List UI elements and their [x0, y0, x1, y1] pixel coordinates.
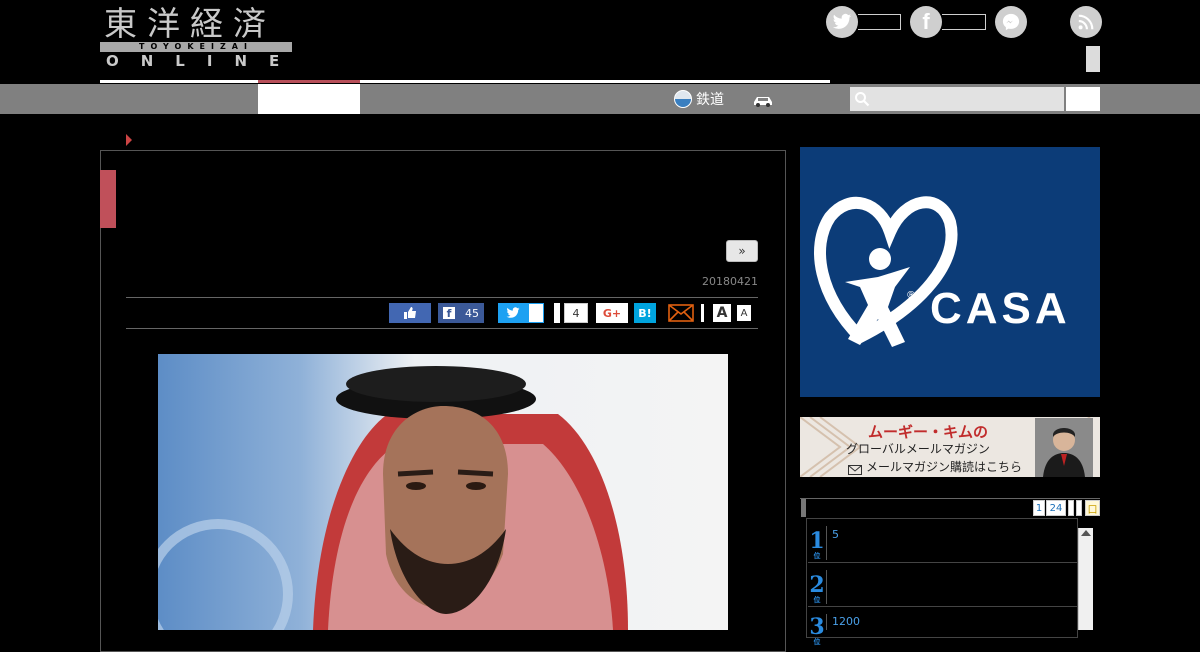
tweet-count-box	[528, 303, 544, 323]
thumbs-up-icon	[404, 307, 416, 319]
banner-cta: メールマガジン購読はこちら	[866, 460, 1023, 474]
nav-railway-link[interactable]: 鉄道	[674, 89, 724, 109]
font-size-small-button[interactable]: A	[737, 305, 751, 321]
publish-date: 20180421	[702, 275, 758, 288]
share-separator	[701, 304, 704, 322]
article-photo	[158, 354, 728, 630]
ranking-row-line	[808, 562, 1078, 563]
twitter-icon[interactable]	[826, 6, 858, 38]
ranking-tab-24[interactable]: 24	[1046, 500, 1066, 516]
envelope-icon	[848, 460, 862, 479]
ranking-divider	[826, 570, 827, 604]
casa-heart-logo-icon	[814, 196, 958, 347]
scroll-up-arrow-icon[interactable]	[1081, 530, 1091, 536]
ranking-number: 2位	[809, 572, 825, 604]
ad-casa[interactable]	[800, 147, 1100, 397]
article-title-accent	[100, 170, 116, 228]
divider	[126, 328, 758, 329]
twitter-follow-count[interactable]	[858, 14, 901, 30]
google-plus-button[interactable]: G+	[596, 303, 628, 323]
tweet-button[interactable]	[498, 303, 528, 323]
banner-subtitle: グローバルメールマガジン	[846, 442, 990, 456]
next-page-button[interactable]: »	[726, 240, 758, 262]
tweet-bird-icon	[506, 307, 520, 318]
banner-title: ムーギー・キムの	[868, 423, 989, 441]
breadcrumb-arrow-icon	[126, 134, 132, 146]
site-logo-kanji[interactable]: 東洋経済	[104, 4, 276, 44]
ranking-tab-3[interactable]	[1068, 500, 1074, 516]
search-icon	[854, 91, 870, 107]
ranking-row-line	[808, 606, 1078, 607]
facebook-share-count: 45	[465, 306, 479, 320]
facebook-like-button[interactable]	[389, 303, 431, 323]
train-icon	[674, 90, 692, 108]
search-button[interactable]	[1066, 87, 1100, 111]
banner-portrait	[1035, 418, 1093, 477]
ranking-tab-4[interactable]	[1076, 500, 1082, 516]
font-size-large-button[interactable]: A	[713, 304, 731, 322]
divider	[126, 297, 758, 298]
nav-tab-active[interactable]	[258, 84, 360, 114]
site-logo-romaji: TOYOKEIZAI	[100, 42, 292, 52]
ranking-tab-1[interactable]: 1	[1033, 500, 1045, 516]
site-logo-online: ONLINE	[106, 52, 302, 70]
nav-active-indicator	[258, 80, 360, 83]
tweet-count: 4	[564, 303, 588, 323]
ranking-divider	[826, 614, 827, 630]
nav-top-line	[100, 80, 830, 83]
hatena-bookmark-button[interactable]: B!	[634, 303, 656, 323]
search-input[interactable]	[850, 87, 1064, 111]
rss-icon[interactable]	[1070, 6, 1102, 38]
casa-registered-mark: ®	[906, 290, 916, 301]
ranking-number: 1位	[809, 528, 825, 560]
facebook-like-count[interactable]	[942, 14, 986, 30]
ranking-item-text[interactable]: 5	[832, 528, 839, 541]
car-icon[interactable]	[752, 92, 774, 107]
ranking-tab-more[interactable]: 口	[1085, 500, 1100, 516]
header-utility-box[interactable]	[1086, 46, 1100, 72]
casa-brand-text: CASA	[930, 284, 1071, 333]
share-divider	[554, 303, 560, 323]
ranking-item-text[interactable]: 1200	[832, 615, 860, 628]
facebook-square-icon: f	[443, 307, 455, 320]
mail-icon[interactable]	[668, 304, 694, 322]
nav-railway-label: 鉄道	[696, 92, 724, 108]
facebook-share-button[interactable]: f 45	[438, 303, 484, 323]
ranking-accent	[801, 499, 806, 517]
facebook-icon[interactable]: f	[910, 6, 942, 38]
ranking-divider	[826, 526, 827, 560]
ranking-number: 3位	[809, 614, 825, 646]
ranking-scrollbar[interactable]	[1078, 528, 1093, 630]
messenger-icon[interactable]	[995, 6, 1027, 38]
